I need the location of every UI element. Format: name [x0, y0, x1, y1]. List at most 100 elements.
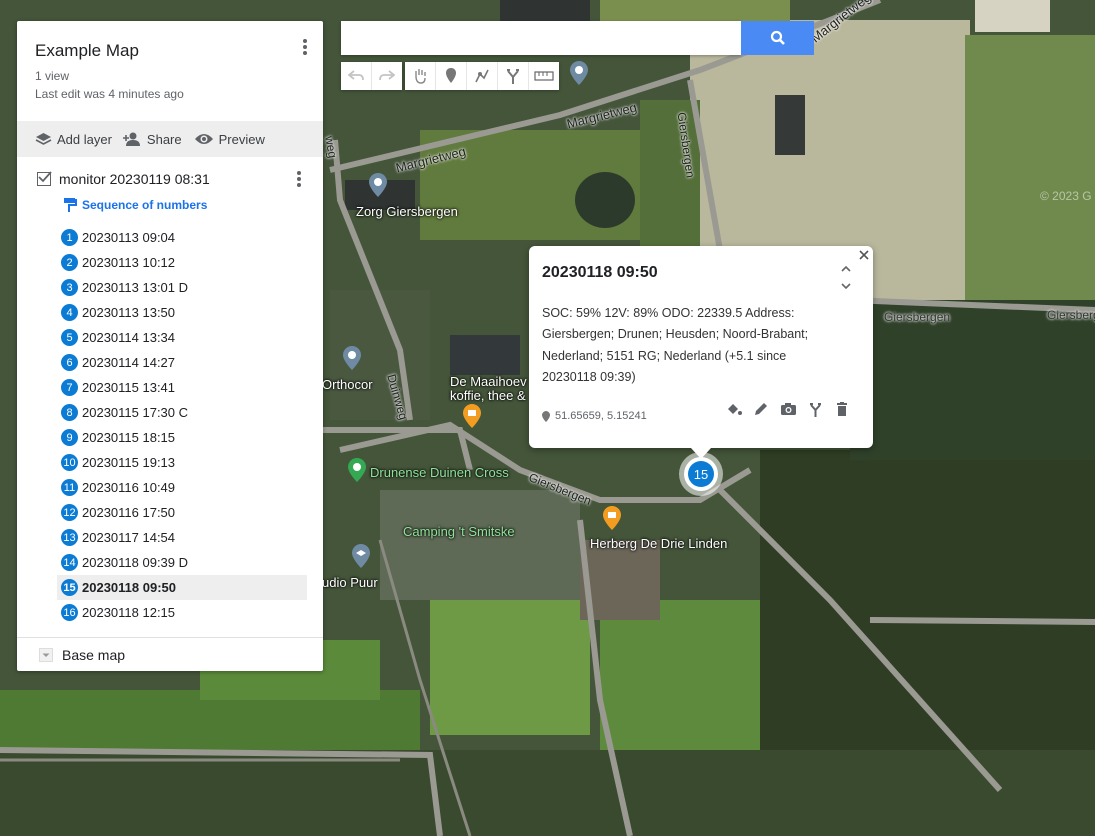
list-item-label: 20230113 10:12 [82, 255, 176, 270]
list-item-label: 20230115 19:13 [82, 455, 176, 470]
search-button[interactable] [741, 21, 814, 55]
preview-button[interactable]: Preview [194, 132, 265, 147]
marker-icon [446, 68, 456, 83]
list-item[interactable]: 13 20230117 14:54 [57, 525, 307, 550]
poi-pin-icon[interactable] [343, 346, 361, 370]
last-edit: Last edit was 4 minutes ago [35, 87, 184, 101]
map-title[interactable]: Example Map [35, 41, 139, 61]
list-item[interactable]: 7 20230115 13:41 [57, 375, 307, 400]
ruler-icon [534, 71, 554, 81]
sequence-number-badge: 9 [61, 429, 78, 446]
list-item[interactable]: 15 20230118 09:50 [57, 575, 307, 600]
map-options-menu[interactable] [295, 37, 315, 57]
style-button[interactable] [725, 400, 743, 418]
poi-pin-icon[interactable] [570, 61, 588, 85]
directions-icon [507, 69, 519, 84]
sequence-number-badge: 5 [61, 329, 78, 346]
place-label-maaihoeve-sub: koffie, thee & [450, 388, 526, 403]
view-count: 1 view [35, 69, 70, 83]
list-item[interactable]: 1 20230113 09:04 [57, 225, 307, 250]
place-label-orthocor: Orthocor [322, 377, 373, 392]
base-map-section[interactable]: Base map [17, 637, 323, 672]
list-item-label: 20230116 10:49 [82, 480, 176, 495]
add-marker-button[interactable] [436, 62, 467, 90]
trash-icon [837, 402, 847, 416]
list-item[interactable]: 10 20230115 19:13 [57, 450, 307, 475]
list-item[interactable]: 9 20230115 18:15 [57, 425, 307, 450]
ruler-button[interactable] [529, 62, 559, 90]
list-item-label: 20230118 09:39 D [82, 555, 189, 570]
sequence-number-badge: 7 [61, 379, 78, 396]
undo-button[interactable] [341, 62, 372, 90]
place-label-zorg: Zorg Giersbergen [356, 204, 458, 219]
layer-header: monitor 20230119 08:31 [37, 171, 210, 187]
add-person-icon [122, 132, 140, 146]
popup-close-button[interactable] [857, 248, 871, 262]
list-item[interactable]: 3 20230113 13:01 D [57, 275, 307, 300]
list-item[interactable]: 11 20230116 10:49 [57, 475, 307, 500]
add-photo-button[interactable] [779, 400, 797, 418]
chevron-down-icon [841, 282, 851, 289]
redo-button[interactable] [372, 62, 402, 90]
popup-title: 20230118 09:50 [542, 264, 658, 281]
paint-bucket-icon [727, 404, 742, 415]
draw-line-button[interactable] [467, 62, 498, 90]
base-map-label: Base map [62, 647, 126, 663]
sequence-number-badge: 16 [61, 604, 78, 621]
layer-name[interactable]: monitor 20230119 08:31 [59, 171, 210, 187]
edit-button[interactable] [752, 400, 770, 418]
sequence-number-badge: 6 [61, 354, 78, 371]
list-item[interactable]: 16 20230118 12:15 [57, 600, 307, 625]
list-item-label: 20230118 12:15 [82, 605, 176, 620]
popup-scroll-up[interactable] [838, 260, 854, 276]
search-input[interactable] [341, 21, 741, 55]
hand-icon [415, 69, 426, 84]
panel-actions: Add layer Share Preview [17, 121, 323, 157]
share-button[interactable]: Share [122, 132, 182, 147]
list-item-label: 20230116 17:50 [82, 505, 176, 520]
list-item[interactable]: 4 20230113 13:50 [57, 300, 307, 325]
school-pin-icon[interactable] [352, 544, 370, 568]
undo-icon [348, 70, 364, 81]
place-label-maaihoeve: De Maaihoev [450, 374, 527, 389]
place-label-drunense: Drunense Duinen Cross [370, 465, 509, 480]
list-item[interactable]: 2 20230113 10:12 [57, 250, 307, 275]
directions-button[interactable] [806, 400, 824, 418]
list-item-label: 20230117 14:54 [82, 530, 176, 545]
sequence-number-badge: 14 [61, 554, 78, 571]
sequence-number-badge: 15 [61, 579, 78, 596]
list-item-label: 20230113 13:01 D [82, 280, 189, 295]
cafe-pin-icon[interactable] [463, 404, 481, 428]
list-item[interactable]: 12 20230116 17:50 [57, 500, 307, 525]
sequence-number-badge: 13 [61, 529, 78, 546]
layer-options-menu[interactable] [289, 169, 309, 189]
list-item[interactable]: 6 20230114 14:27 [57, 350, 307, 375]
place-label-studio: udio Puur [322, 575, 378, 590]
hand-tool-button[interactable] [405, 62, 436, 90]
popup-description: SOC: 59% 12V: 89% ODO: 22339.5 Address: … [542, 306, 809, 384]
list-item[interactable]: 5 20230114 13:34 [57, 325, 307, 350]
sequence-number-badge: 12 [61, 504, 78, 521]
list-item-label: 20230115 17:30 C [82, 405, 189, 420]
popup-scroll-down[interactable] [838, 278, 854, 294]
sequence-number-badge: 4 [61, 304, 78, 321]
list-item[interactable]: 8 20230115 17:30 C [57, 400, 307, 425]
redo-icon [379, 70, 395, 81]
cafe-pin-icon[interactable] [603, 506, 621, 530]
list-item[interactable]: 14 20230118 09:39 D [57, 550, 307, 575]
place-label-herberg: Herberg De Drie Linden [590, 536, 728, 551]
layer-style-link[interactable]: Sequence of numbers [63, 197, 207, 213]
directions-button[interactable] [498, 62, 529, 90]
add-layer-label: Add layer [57, 131, 112, 147]
delete-button[interactable] [833, 400, 851, 418]
place-label-camping: Camping 't Smitske [403, 524, 515, 539]
poi-pin-icon[interactable] [369, 173, 387, 197]
park-pin-icon[interactable] [348, 458, 366, 482]
layer-visibility-checkbox[interactable] [37, 171, 52, 186]
location-pin-icon [542, 410, 550, 422]
popup-toolbar [725, 400, 851, 418]
list-item-label: 20230115 13:41 [82, 380, 176, 395]
map-copyright: © 2023 G [1040, 189, 1092, 203]
add-layer-button[interactable]: Add layer [35, 132, 112, 147]
list-item-label: 20230113 09:04 [82, 230, 176, 245]
